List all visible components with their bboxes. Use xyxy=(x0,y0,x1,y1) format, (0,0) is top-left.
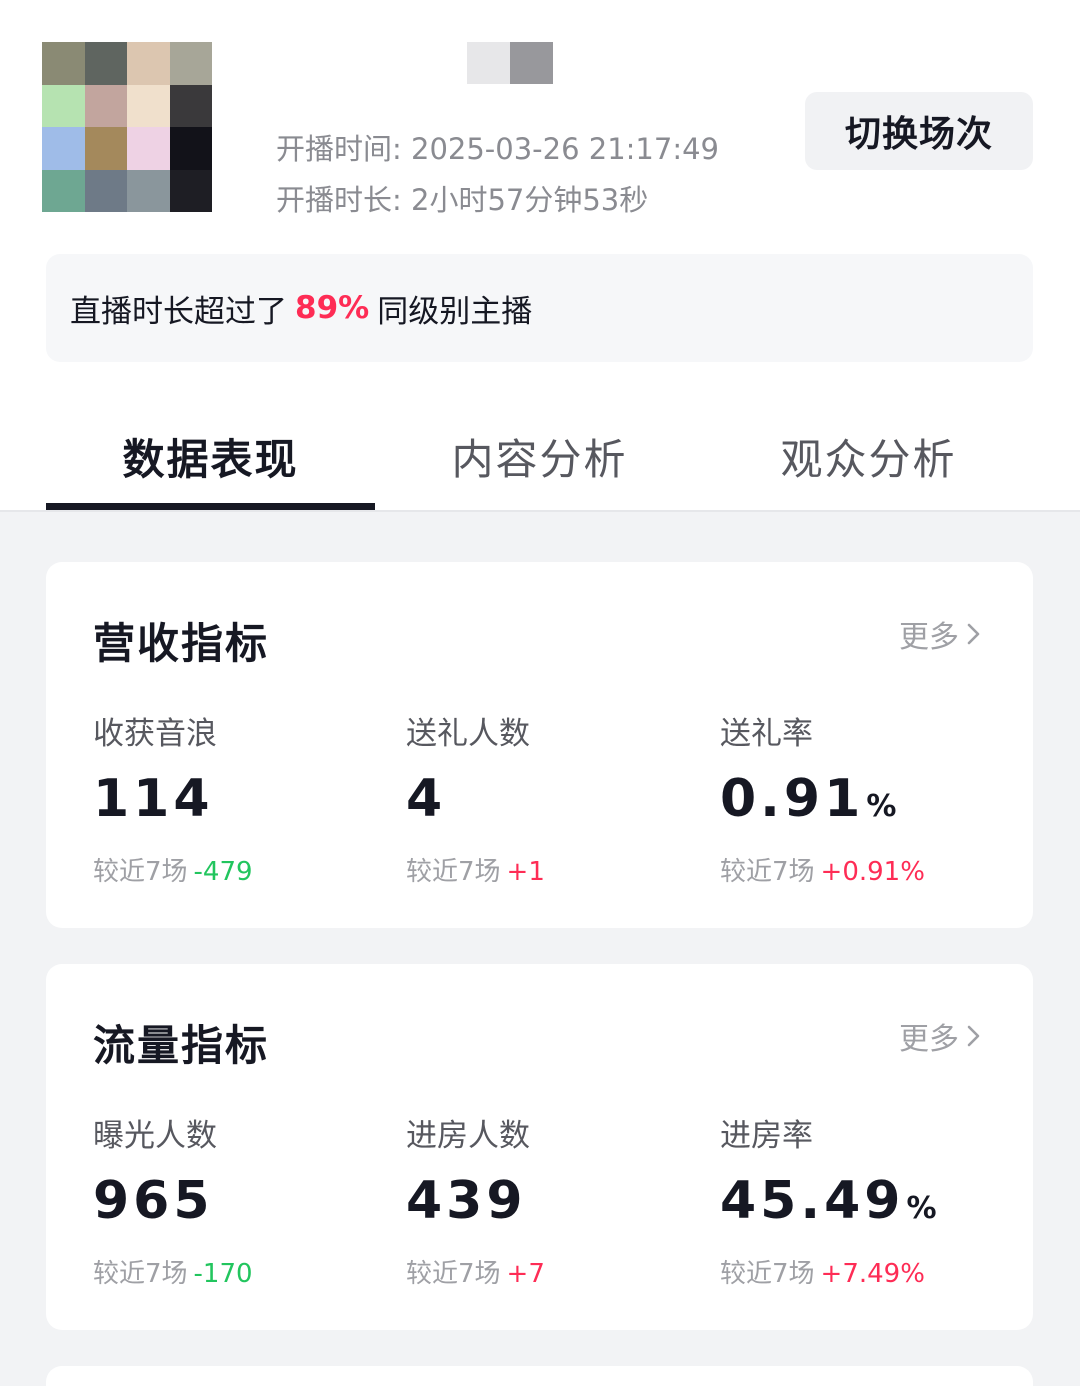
metric-unit: % xyxy=(906,1191,937,1226)
avatar-pixel xyxy=(84,169,127,212)
metric-number: 114 xyxy=(93,769,214,829)
revenue-metrics-card: 营收指标 更多 收获音浪 114 较近7场 -479 送礼人数 4 较近7场 +1 … xyxy=(46,562,1033,928)
avatar-pixel xyxy=(127,127,170,170)
metric-item[interactable]: 进房人数 439 较近7场 +7 xyxy=(406,1110,706,1290)
session-header: 开播时间: 2025-03-26 21:17:49 开播时长: 2小时57分钟5… xyxy=(0,0,1080,512)
more-link[interactable]: 更多 xyxy=(899,1014,983,1058)
metric-comparison: 较近7场 +7.49% xyxy=(720,1253,1020,1290)
avatar-pixel xyxy=(42,127,85,170)
metric-item[interactable]: 曝光人数 965 较近7场 -170 xyxy=(93,1110,393,1290)
avatar-pixel xyxy=(127,42,170,85)
name-pixel xyxy=(510,42,553,84)
avatar-pixel xyxy=(169,84,212,127)
metric-value: 0.91% xyxy=(720,767,1020,839)
avatar-pixel xyxy=(169,169,212,212)
traffic-metrics-card: 流量指标 更多 曝光人数 965 较近7场 -170 进房人数 439 较近7场 +… xyxy=(46,964,1033,1330)
metric-value: 965 xyxy=(93,1169,393,1241)
more-label: 更多 xyxy=(899,1022,959,1057)
metric-item[interactable]: 送礼人数 4 较近7场 +1 xyxy=(406,708,706,888)
avatar-pixel xyxy=(84,42,127,85)
metric-value: 45.49% xyxy=(720,1169,1020,1241)
chevron-right-icon xyxy=(967,623,980,645)
comparison-label: 较近7场 xyxy=(406,857,501,887)
tab-bar: 数据表现 内容分析 观众分析 xyxy=(46,400,1033,512)
avatar-pixel xyxy=(169,42,212,85)
metric-number: 965 xyxy=(93,1171,214,1231)
metric-comparison: 较近7场 +1 xyxy=(406,851,706,888)
metric-unit: % xyxy=(866,789,897,824)
avatar-pixel xyxy=(84,127,127,170)
metric-number: 439 xyxy=(406,1171,527,1231)
avatar[interactable] xyxy=(42,42,212,212)
comparison-delta: +7 xyxy=(506,1259,545,1289)
avatar-pixel xyxy=(84,84,127,127)
metric-number: 4 xyxy=(406,769,447,829)
metric-label: 送礼率 xyxy=(720,716,813,752)
metric-label: 进房人数 xyxy=(406,1118,530,1154)
next-metrics-card xyxy=(46,1366,1033,1386)
comparison-delta: +0.91% xyxy=(820,857,925,887)
blurred-streamer-name xyxy=(467,42,553,84)
more-label: 更多 xyxy=(899,620,959,655)
avatar-pixel xyxy=(42,42,85,85)
start-time-value: 2025-03-26 21:17:49 xyxy=(411,132,719,166)
metric-label: 收获音浪 xyxy=(93,716,217,752)
metric-number: 45.49 xyxy=(720,1171,905,1231)
duration-row: 开播时长: 2小时57分钟53秒 xyxy=(276,177,648,219)
comparison-delta: +7.49% xyxy=(820,1259,925,1289)
card-title: 营收指标 xyxy=(93,619,270,668)
tip-prefix: 直播时长超过了 xyxy=(70,293,287,330)
tab-label: 内容分析 xyxy=(451,435,628,484)
metric-item[interactable]: 进房率 45.49% 较近7场 +7.49% xyxy=(720,1110,1020,1290)
tab-performance[interactable]: 数据表现 xyxy=(46,400,375,510)
switch-session-button[interactable]: 切换场次 xyxy=(805,92,1033,170)
active-tab-indicator xyxy=(46,503,375,510)
avatar-pixel xyxy=(42,169,85,212)
card-title: 流量指标 xyxy=(93,1021,270,1070)
comparison-delta: -479 xyxy=(193,857,253,887)
avatar-pixel xyxy=(127,84,170,127)
tab-audience-analysis[interactable]: 观众分析 xyxy=(704,400,1033,510)
metric-comparison: 较近7场 -170 xyxy=(93,1253,393,1290)
metric-label: 进房率 xyxy=(720,1118,813,1154)
comparison-label: 较近7场 xyxy=(720,857,815,887)
metric-comparison: 较近7场 +0.91% xyxy=(720,851,1020,888)
comparison-label: 较近7场 xyxy=(406,1259,501,1289)
name-pixel xyxy=(467,42,510,84)
more-link[interactable]: 更多 xyxy=(899,612,983,656)
metric-label: 曝光人数 xyxy=(93,1118,217,1154)
avatar-pixel xyxy=(169,127,212,170)
metric-number: 0.91 xyxy=(720,769,865,829)
start-time-row: 开播时间: 2025-03-26 21:17:49 xyxy=(276,126,719,168)
metric-value: 4 xyxy=(406,767,706,839)
metric-item[interactable]: 收获音浪 114 较近7场 -479 xyxy=(93,708,393,888)
comparison-delta: +1 xyxy=(506,857,545,887)
comparison-label: 较近7场 xyxy=(93,1259,188,1289)
chevron-right-icon xyxy=(967,1025,980,1047)
metric-label: 送礼人数 xyxy=(406,716,530,752)
avatar-pixel xyxy=(42,84,85,127)
avatar-pixel xyxy=(127,169,170,212)
metric-item[interactable]: 送礼率 0.91% 较近7场 +0.91% xyxy=(720,708,1020,888)
comparison-delta: -170 xyxy=(193,1259,253,1289)
tab-label: 观众分析 xyxy=(780,435,957,484)
comparison-label: 较近7场 xyxy=(720,1259,815,1289)
tab-label: 数据表现 xyxy=(122,435,299,484)
metric-comparison: 较近7场 -479 xyxy=(93,851,393,888)
start-time-label: 开播时间: xyxy=(276,132,402,166)
tip-suffix: 同级别主播 xyxy=(377,293,533,330)
tip-highlight: 89% xyxy=(295,290,370,326)
metric-value: 114 xyxy=(93,767,393,839)
duration-value: 2小时57分钟53秒 xyxy=(411,183,649,217)
metric-comparison: 较近7场 +7 xyxy=(406,1253,706,1290)
metric-value: 439 xyxy=(406,1169,706,1241)
duration-rank-tip: 直播时长超过了 89% 同级别主播 xyxy=(46,254,1033,362)
duration-label: 开播时长: xyxy=(276,183,402,217)
tab-content-analysis[interactable]: 内容分析 xyxy=(375,400,704,510)
comparison-label: 较近7场 xyxy=(93,857,188,887)
